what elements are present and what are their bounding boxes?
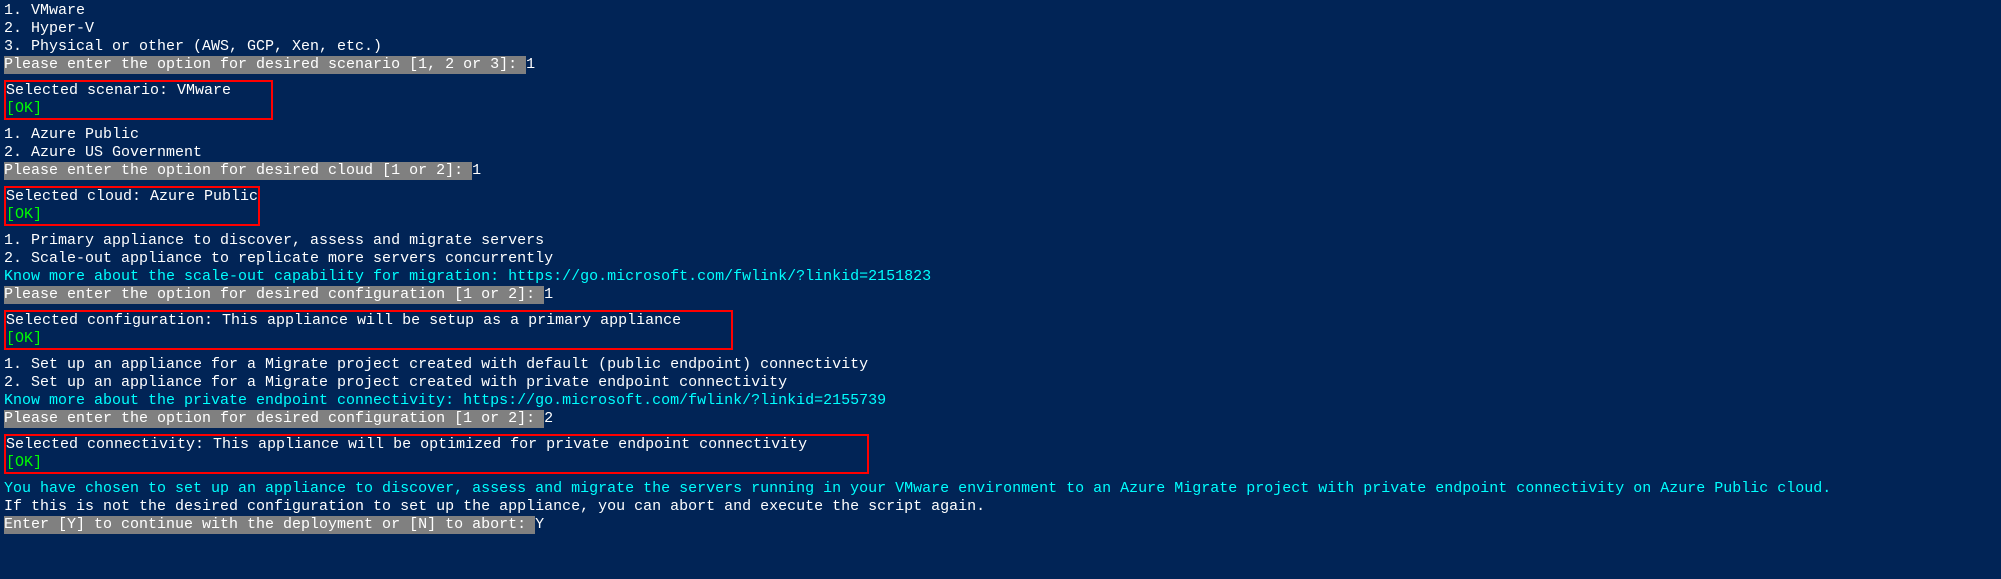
cloud-input: 1 (472, 162, 481, 179)
scenario-option-1: 1. VMware (4, 2, 1997, 20)
config-input: 1 (544, 286, 553, 303)
connectivity-prompt-line: Please enter the option for desired conf… (4, 410, 1997, 428)
continue-input: Y (535, 516, 544, 533)
config-prompt: Please enter the option for desired conf… (4, 286, 544, 304)
scenario-prompt: Please enter the option for desired scen… (4, 56, 526, 74)
config-prompt-line: Please enter the option for desired conf… (4, 286, 1997, 304)
terminal-output[interactable]: 1. VMware 2. Hyper-V 3. Physical or othe… (0, 0, 2001, 536)
connectivity-selected-box: Selected connectivity: This appliance wi… (4, 434, 869, 474)
scenario-input: 1 (526, 56, 535, 73)
connectivity-option-1: 1. Set up an appliance for a Migrate pro… (4, 356, 1997, 374)
cloud-option-1: 1. Azure Public (4, 126, 1997, 144)
cloud-prompt: Please enter the option for desired clou… (4, 162, 472, 180)
summary-line-1: You have chosen to set up an appliance t… (4, 480, 1997, 498)
connectivity-know-more: Know more about the private endpoint con… (4, 392, 1997, 410)
connectivity-input: 2 (544, 410, 553, 427)
connectivity-prompt: Please enter the option for desired conf… (4, 410, 544, 428)
scenario-ok: [OK] (6, 100, 271, 118)
scenario-option-3: 3. Physical or other (AWS, GCP, Xen, etc… (4, 38, 1997, 56)
scenario-prompt-line: Please enter the option for desired scen… (4, 56, 1997, 74)
continue-prompt-line: Enter [Y] to continue with the deploymen… (4, 516, 1997, 534)
connectivity-option-2: 2. Set up an appliance for a Migrate pro… (4, 374, 1997, 392)
summary-line-2: If this is not the desired configuration… (4, 498, 1997, 516)
cloud-selected: Selected cloud: Azure Public (6, 188, 258, 206)
connectivity-selected: Selected connectivity: This appliance wi… (6, 436, 867, 454)
config-selected-box: Selected configuration: This appliance w… (4, 310, 733, 350)
cloud-ok: [OK] (6, 206, 258, 224)
continue-prompt: Enter [Y] to continue with the deploymen… (4, 516, 535, 534)
scenario-option-2: 2. Hyper-V (4, 20, 1997, 38)
connectivity-ok: [OK] (6, 454, 867, 472)
cloud-prompt-line: Please enter the option for desired clou… (4, 162, 1997, 180)
cloud-selected-box: Selected cloud: Azure Public [OK] (4, 186, 260, 226)
config-ok: [OK] (6, 330, 731, 348)
cloud-option-2: 2. Azure US Government (4, 144, 1997, 162)
scenario-selected-box: Selected scenario: VMware [OK] (4, 80, 273, 120)
config-selected: Selected configuration: This appliance w… (6, 312, 731, 330)
scenario-selected: Selected scenario: VMware (6, 82, 271, 100)
config-know-more: Know more about the scale-out capability… (4, 268, 1997, 286)
config-option-2: 2. Scale-out appliance to replicate more… (4, 250, 1997, 268)
config-option-1: 1. Primary appliance to discover, assess… (4, 232, 1997, 250)
